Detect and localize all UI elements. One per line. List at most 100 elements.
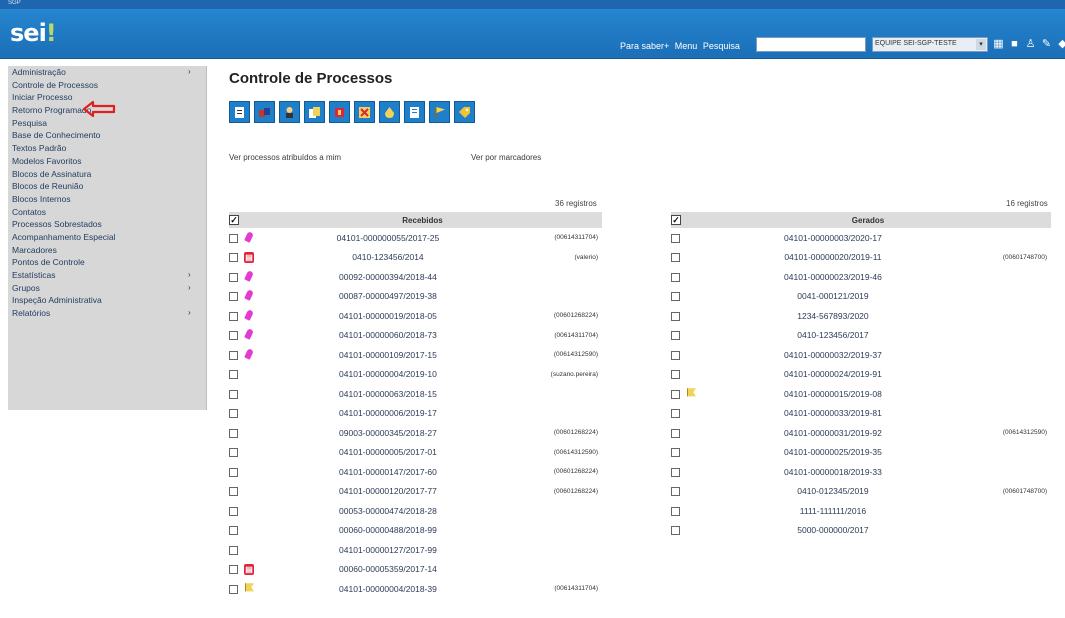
table-row[interactable]: 1111-111111/2016 [671,501,1051,521]
process-number-link[interactable]: 04101-00000006/2019-17 [281,404,495,424]
link-para-saber[interactable]: Para saber+ [620,41,669,51]
process-number-link[interactable]: 04101-00000109/2017-15 [281,345,495,365]
assigned-user[interactable] [495,560,602,580]
process-number-link[interactable]: 04101-00000004/2019-10 [281,365,495,385]
row-checkbox[interactable] [229,311,238,321]
process-number-link[interactable]: 04101-00000032/2019-37 [723,345,943,365]
row-checkbox[interactable] [229,565,238,575]
process-number-link[interactable]: 04101-00000024/2019-91 [723,365,943,385]
assigned-user[interactable]: (00614312590) [495,443,602,463]
process-number-link[interactable]: 00053-00000474/2018-28 [281,501,495,521]
assigned-user[interactable] [943,501,1051,521]
process-number-link[interactable]: 04101-00000031/2019-92 [723,423,943,443]
marker-pin-icon[interactable] [244,289,254,302]
assigned-user[interactable]: (00601268224) [495,462,602,482]
table-row[interactable]: 0410-012345/2019 (00601748700) [671,482,1051,502]
assign-user-button[interactable] [279,101,300,123]
row-checkbox[interactable] [671,272,680,282]
assigned-user[interactable] [943,306,1051,326]
menu-item[interactable]: Modelos Favoritos [8,155,206,168]
marker-pin-icon[interactable] [244,269,254,282]
row-checkbox[interactable] [671,428,680,438]
table-row[interactable]: 09003-00000345/2018-27 (00601268224) [229,423,602,443]
flag-button[interactable] [429,101,450,123]
table-row[interactable]: 04101-00000020/2019-11 (00601748700) [671,248,1051,268]
row-checkbox[interactable] [229,331,238,341]
row-checkbox[interactable] [671,526,680,536]
menu-item[interactable]: Base de Conhecimento [8,129,206,142]
assigned-user[interactable]: (00614311704) [495,326,602,346]
row-checkbox[interactable] [671,331,680,341]
assigned-user[interactable] [943,345,1051,365]
table-row[interactable]: 1234-567893/2020 [671,306,1051,326]
marker-pin-icon[interactable] [244,230,254,243]
sign-button[interactable] [379,101,400,123]
new-process-button[interactable] [229,101,250,123]
pencil-icon[interactable]: ✎ [1040,37,1053,51]
table-row[interactable]: 0041-000121/2019 [671,287,1051,307]
row-checkbox[interactable] [671,448,680,458]
menu-item[interactable]: Estatísticas › [8,269,206,282]
table-row[interactable]: 04101-00000031/2019-92 (00614312590) [671,423,1051,443]
menu-item[interactable]: Pesquisa [8,117,206,130]
process-number-link[interactable]: 04101-00000033/2019-81 [723,404,943,424]
grid-icon[interactable]: ▦ [992,37,1005,51]
marker-pin-icon[interactable] [244,328,254,341]
row-checkbox[interactable] [229,370,238,380]
assigned-user[interactable]: (00601748700) [943,248,1051,268]
process-number-link[interactable]: 1111-111111/2016 [723,501,943,521]
menu-item[interactable]: Blocos de Assinatura [8,168,206,181]
table-row[interactable]: 04101-00000033/2019-81 [671,404,1051,424]
alert-document-icon[interactable]: ▤ [244,563,254,575]
row-checkbox[interactable] [671,409,680,419]
table-row[interactable]: 04101-00000006/2019-17 [229,404,602,424]
assigned-user[interactable] [495,384,602,404]
table-row[interactable]: 04101-00000023/2019-46 [671,267,1051,287]
process-number-link[interactable]: 04101-00000019/2018-05 [281,306,495,326]
process-number-link[interactable]: 00060-00005359/2017-14 [281,560,495,580]
close-process-button[interactable] [329,101,350,123]
table-row[interactable]: 04101-00000147/2017-60 (00601268224) [229,462,602,482]
process-number-link[interactable]: 09003-00000345/2018-27 [281,423,495,443]
unit-select[interactable]: EQUIPE SEI-SGP-TESTE ▾ [872,37,988,52]
tag-icon[interactable]: ◆ [1056,37,1065,51]
menu-item[interactable]: Blocos Internos [8,193,206,206]
menu-item[interactable]: Textos Padrão [8,142,206,155]
table-row[interactable]: 04101-00000120/2017-77 (00601268224) [229,482,602,502]
row-checkbox[interactable] [229,448,238,458]
row-checkbox[interactable] [229,389,238,399]
process-number-link[interactable]: 00060-00000488/2018-99 [281,521,495,541]
assigned-user[interactable]: (00601748700) [943,482,1051,502]
process-number-link[interactable]: 0410-123456/2017 [723,326,943,346]
assigned-user[interactable] [943,365,1051,385]
process-number-link[interactable]: 04101-00000015/2019-08 [723,384,943,404]
row-checkbox[interactable] [671,370,680,380]
assigned-user[interactable] [943,287,1051,307]
process-number-link[interactable]: 04101-00000005/2017-01 [281,443,495,463]
assigned-user[interactable]: (valerio) [495,248,602,268]
row-checkbox[interactable] [229,272,238,282]
process-number-link[interactable]: 04101-000000055/2017-25 [281,228,495,248]
marker-flag-icon[interactable] [687,388,696,397]
assigned-user[interactable] [943,404,1051,424]
row-checkbox[interactable] [229,233,238,243]
table-row[interactable]: 04101-00000005/2017-01 (00614312590) [229,443,602,463]
process-number-link[interactable]: 04101-00000060/2018-73 [281,326,495,346]
menu-item[interactable]: Inspeção Administrativa [8,294,206,307]
row-checkbox[interactable] [229,350,238,360]
assigned-user[interactable] [943,521,1051,541]
row-checkbox[interactable] [229,584,238,594]
row-checkbox[interactable] [229,506,238,516]
assigned-user[interactable]: (00614311704) [495,579,602,599]
table-row[interactable]: 00060-00000488/2018-99 [229,521,602,541]
table-row[interactable]: 04101-00000109/2017-15 (00614312590) [229,345,602,365]
alert-document-icon[interactable]: ▤ [244,251,254,263]
table-row[interactable]: 00053-00000474/2018-28 [229,501,602,521]
table-row[interactable]: 04101-00000018/2019-33 [671,462,1051,482]
process-number-link[interactable]: 04101-00000120/2017-77 [281,482,495,502]
marker-pin-icon[interactable] [244,347,254,360]
assigned-user[interactable] [495,540,602,560]
assigned-user[interactable]: (00614312590) [495,345,602,365]
assigned-user[interactable] [943,228,1051,248]
row-checkbox[interactable] [229,428,238,438]
